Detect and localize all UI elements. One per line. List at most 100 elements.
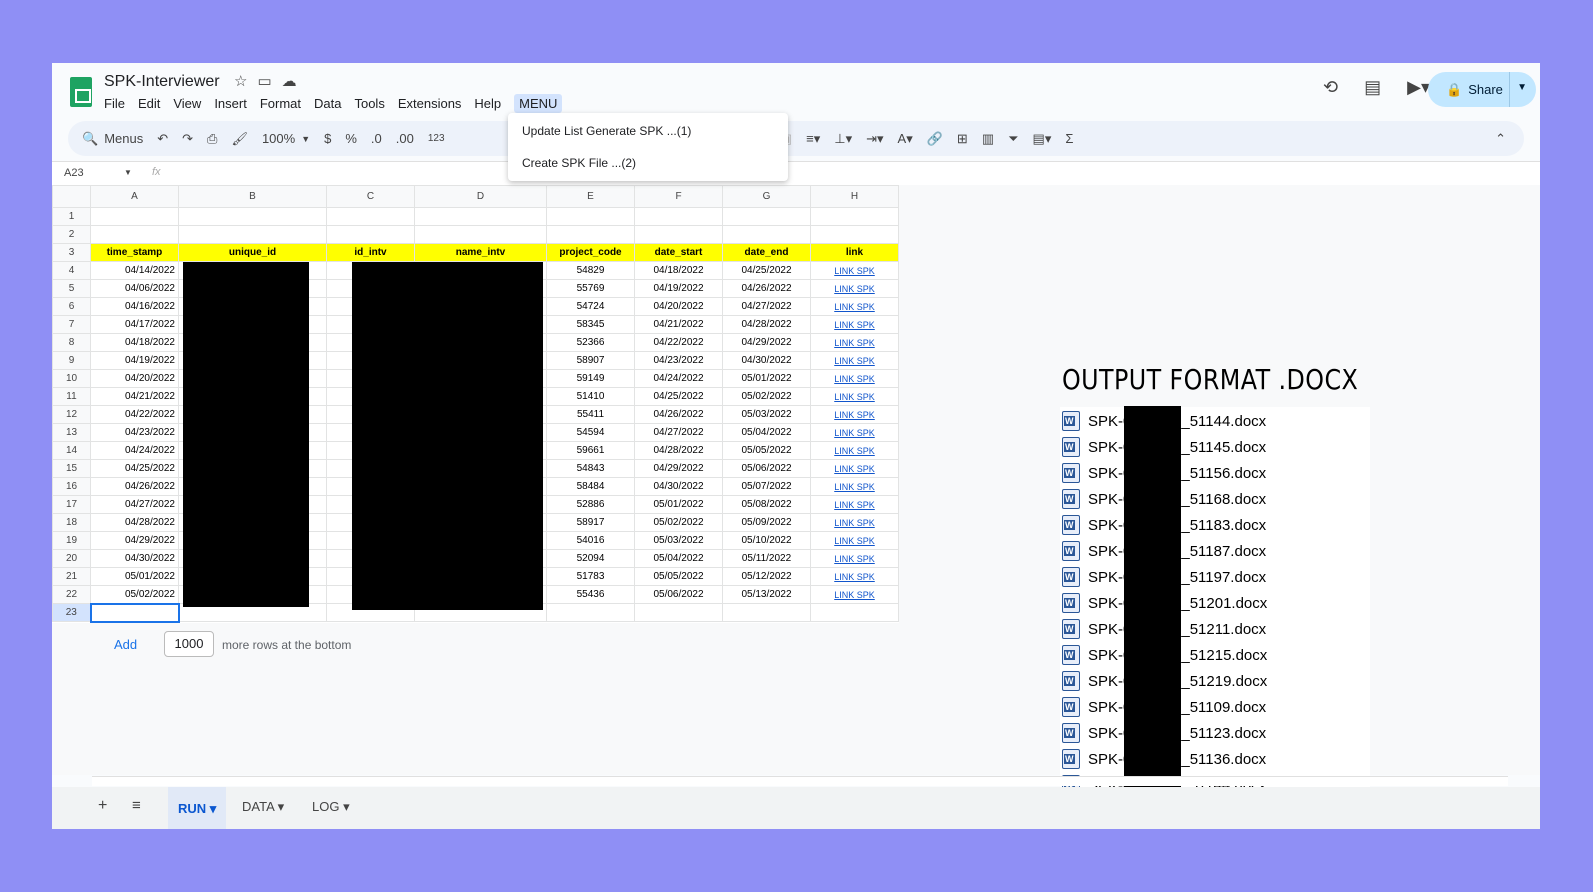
decrease-decimal-button[interactable]: .0: [371, 131, 382, 146]
cell[interactable]: [546, 225, 635, 244]
menu-format[interactable]: Format: [260, 96, 307, 113]
horizontal-scrollbar[interactable]: [92, 776, 1508, 786]
link-spk[interactable]: LINK SPK: [810, 477, 899, 496]
cell-date-start[interactable]: 04/18/2022: [634, 261, 723, 280]
cell-project-code[interactable]: 54724: [546, 297, 635, 316]
link-spk[interactable]: LINK SPK: [810, 333, 899, 352]
cell-date-start[interactable]: 05/05/2022: [634, 567, 723, 586]
menu-extensions[interactable]: Extensions: [398, 96, 468, 113]
cell-project-code[interactable]: 54829: [546, 261, 635, 280]
cell-date-start[interactable]: 04/30/2022: [634, 477, 723, 496]
star-icon[interactable]: ☆: [234, 72, 247, 90]
cell-project-code[interactable]: 55769: [546, 279, 635, 298]
cell-time-stamp[interactable]: 04/21/2022: [90, 387, 179, 406]
cell-time-stamp[interactable]: 05/02/2022: [90, 585, 179, 604]
cell-date-start[interactable]: 05/04/2022: [634, 549, 723, 568]
history-icon[interactable]: ⟲: [1323, 77, 1338, 98]
cell-date-end[interactable]: 05/06/2022: [722, 459, 811, 478]
document-title[interactable]: SPK-Interviewer: [104, 73, 220, 91]
cell-date-start[interactable]: 04/24/2022: [634, 369, 723, 388]
meet-icon[interactable]: ▶▾: [1407, 77, 1430, 98]
cell-date-end[interactable]: 05/08/2022: [722, 495, 811, 514]
number-format-button[interactable]: 123: [428, 133, 445, 144]
cell[interactable]: [546, 207, 635, 226]
cell-time-stamp[interactable]: 04/26/2022: [90, 477, 179, 496]
text-wrap-icon[interactable]: ⇥▾: [866, 131, 883, 147]
cell-date-end[interactable]: 05/10/2022: [722, 531, 811, 550]
cell-date-start[interactable]: 05/02/2022: [634, 513, 723, 532]
cell-time-stamp[interactable]: 04/16/2022: [90, 297, 179, 316]
horizontal-align-icon[interactable]: ≡▾: [806, 131, 820, 147]
header-cell[interactable]: date_start: [634, 243, 723, 262]
menu-file[interactable]: File: [104, 96, 131, 113]
cell-time-stamp[interactable]: 04/18/2022: [90, 333, 179, 352]
cell[interactable]: [722, 207, 811, 226]
currency-format-button[interactable]: $: [324, 131, 331, 146]
header-cell[interactable]: unique_id: [178, 243, 327, 262]
cell-time-stamp[interactable]: 04/06/2022: [90, 279, 179, 298]
row-header[interactable]: 18: [52, 513, 91, 532]
cell-date-end[interactable]: 05/05/2022: [722, 441, 811, 460]
column-header[interactable]: A: [90, 185, 179, 208]
row-header[interactable]: 11: [52, 387, 91, 406]
link-spk[interactable]: LINK SPK: [810, 495, 899, 514]
cell-time-stamp[interactable]: 04/28/2022: [90, 513, 179, 532]
paint-format-icon[interactable]: 🖌: [231, 131, 248, 147]
cell-date-end[interactable]: 05/01/2022: [722, 369, 811, 388]
cell-date-end[interactable]: 04/25/2022: [722, 261, 811, 280]
filter-icon[interactable]: ⏷: [1008, 131, 1018, 147]
menu-help[interactable]: Help: [474, 96, 507, 113]
cell[interactable]: [414, 207, 547, 226]
row-header[interactable]: 14: [52, 441, 91, 460]
filter-views-icon[interactable]: ▤▾: [1033, 131, 1052, 147]
comments-icon[interactable]: ▤: [1364, 77, 1381, 98]
cell-date-end[interactable]: 05/11/2022: [722, 549, 811, 568]
row-header[interactable]: 19: [52, 531, 91, 550]
cell-date-end[interactable]: 05/09/2022: [722, 513, 811, 532]
cell-time-stamp[interactable]: 04/30/2022: [90, 549, 179, 568]
cell[interactable]: [722, 225, 811, 244]
row-header[interactable]: 16: [52, 477, 91, 496]
cell-time-stamp[interactable]: 04/22/2022: [90, 405, 179, 424]
cell-date-end[interactable]: 04/28/2022: [722, 315, 811, 334]
tab-run[interactable]: RUN ▾: [168, 787, 227, 829]
menu-data[interactable]: Data: [314, 96, 347, 113]
link-spk[interactable]: LINK SPK: [810, 441, 899, 460]
menu-item-create-spk[interactable]: Create SPK File ...(2): [508, 149, 788, 177]
row-header[interactable]: 13: [52, 423, 91, 442]
cell[interactable]: [546, 603, 635, 622]
move-folder-icon[interactable]: ▭: [257, 72, 271, 90]
cell[interactable]: [326, 207, 415, 226]
link-spk[interactable]: LINK SPK: [810, 261, 899, 280]
cell-date-start[interactable]: 04/27/2022: [634, 423, 723, 442]
cell[interactable]: [414, 225, 547, 244]
share-button[interactable]: 🔒 Share ▼: [1428, 72, 1536, 107]
link-spk[interactable]: LINK SPK: [810, 351, 899, 370]
cell-project-code[interactable]: 51783: [546, 567, 635, 586]
menu-menu[interactable]: MENU: [514, 94, 563, 113]
header-cell[interactable]: date_end: [722, 243, 811, 262]
cell-date-start[interactable]: 04/29/2022: [634, 459, 723, 478]
cell-project-code[interactable]: 55411: [546, 405, 635, 424]
cell-time-stamp[interactable]: 04/27/2022: [90, 495, 179, 514]
column-header[interactable]: F: [634, 185, 723, 208]
cell[interactable]: [178, 225, 327, 244]
add-rows-count-input[interactable]: 1000: [164, 631, 214, 657]
cell-date-end[interactable]: 04/26/2022: [722, 279, 811, 298]
link-spk[interactable]: LINK SPK: [810, 585, 899, 604]
search-menus[interactable]: 🔍 Menus: [82, 131, 143, 147]
row-header[interactable]: 21: [52, 567, 91, 586]
row-header[interactable]: 10: [52, 369, 91, 388]
cell[interactable]: [326, 225, 415, 244]
vertical-align-icon[interactable]: ⊥▾: [834, 131, 852, 147]
cell-time-stamp[interactable]: 04/19/2022: [90, 351, 179, 370]
link-spk[interactable]: LINK SPK: [810, 549, 899, 568]
cell-date-start[interactable]: 04/23/2022: [634, 351, 723, 370]
cell-date-start[interactable]: 05/03/2022: [634, 531, 723, 550]
cell-date-start[interactable]: 04/22/2022: [634, 333, 723, 352]
cell[interactable]: [90, 225, 179, 244]
all-sheets-icon[interactable]: ≡: [132, 797, 141, 814]
link-spk[interactable]: LINK SPK: [810, 405, 899, 424]
zoom-select[interactable]: 100%: [262, 131, 295, 146]
cell-time-stamp[interactable]: 04/14/2022: [90, 261, 179, 280]
